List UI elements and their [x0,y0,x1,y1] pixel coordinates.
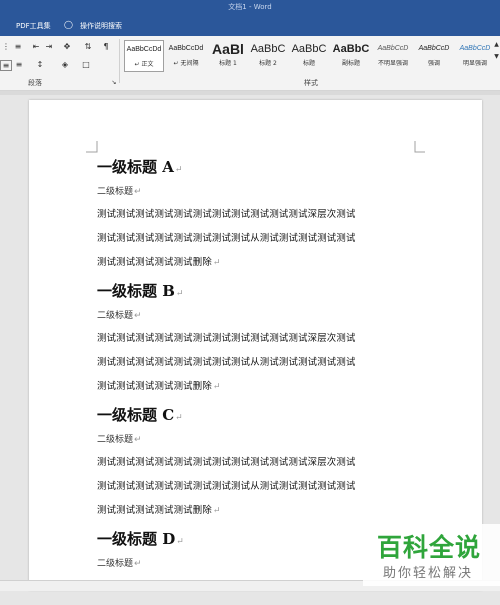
style-preview: AaBl [212,41,244,57]
bullets-icon[interactable]: ⋮ [0,42,12,52]
align-center-icon[interactable]: ≡ [13,60,25,70]
paragraph-group-label: 段落 [28,79,42,87]
style-title[interactable]: AaBbC 标题 [289,40,329,72]
style-preview: AaBbCcDd [126,46,162,53]
body-line[interactable]: 测试测试测试测试测试测试测试测试测试测试测试深层次测试 [97,457,427,469]
body-line-text: 测试测试测试测试测试删除 [97,381,212,392]
heading-2-text: 二级标题 [97,435,134,445]
heading-1-text: 一级标题 C [97,406,175,424]
body-line[interactable]: 测试测试测试测试测试测试测试测试测试测试测试深层次测试 [97,333,427,345]
heading-1[interactable]: 一级标题 B↵ [97,281,427,304]
watermark-sub-text: 助你轻松解决 [383,566,474,581]
style-name: 不明显强调 [377,60,408,67]
style-heading-2[interactable]: AaBbC 标题 2 [248,40,288,72]
styles-group-label: 样式 [304,79,318,87]
paragraph-mark: ↵ [134,187,142,197]
group-divider [119,39,120,83]
shading-icon[interactable]: ◈ [58,60,72,70]
paragraph-mark: ↵ [134,559,142,569]
body-line[interactable]: 测试测试测试测试测试删除↵ [97,257,427,269]
increase-indent-icon[interactable]: ⇥ [43,42,55,52]
style-preview: AaBbCcDd [168,45,204,52]
watermark-logo: 百科全说 助你轻松解决 [363,524,500,586]
style-name: 副标题 [341,60,360,67]
heading-2[interactable]: 二级标题↵ [97,434,427,446]
heading-2-text: 二级标题 [97,559,134,569]
style-name: 标题 [302,60,315,67]
style-no-spacing[interactable]: AaBbCcDd ↵ 无间隔 [166,40,206,72]
style-preview: AaBbCcD [377,45,409,52]
align-left-icon[interactable]: ≡ [0,60,12,71]
paragraph-mark: ↵ [212,506,221,516]
style-heading-1[interactable]: AaBl 标题 1 [208,40,248,72]
body-line-text: 测试测试测试测试测试删除 [97,505,212,516]
paragraph-mark: ↵ [134,435,142,445]
style-subtitle[interactable]: AaBbC 副标题 [331,40,371,72]
line-spacing-icon[interactable]: ↕ [34,60,46,70]
style-emphasis[interactable]: AaBbCcD 强调 [414,40,454,72]
style-name: ↵ 无间隔 [173,60,199,67]
lightbulb-icon: ◯ [64,20,73,29]
style-name: ↵ 正文 [134,61,154,68]
style-preview: AaBbCcD [418,45,450,52]
margin-corner-top-right [414,141,425,153]
heading-2-text: 二级标题 [97,187,134,197]
body-line-text: 测试测试测试测试测试删除 [97,257,212,268]
style-name: 标题 1 [219,60,237,67]
paragraph-mark: ↵ [212,258,221,268]
sort-icon[interactable]: ⇅ [82,42,94,52]
heading-2[interactable]: 二级标题↵ [97,186,427,198]
style-name: 标题 2 [259,60,277,67]
heading-1[interactable]: 一级标题 A↵ [97,157,427,180]
ribbon-tab-bar: PDF工具集 ◯ 操作说明搜索 [0,16,500,36]
paragraph-dialog-launcher-icon[interactable]: ↘ [110,79,118,87]
ribbon: ⋮ ≡ ⇤ ⇥ ✥ ⇅ ¶ ≡ ≡ ↕ ◈ □ 段落 ↘ AaBbCcDd ↵ … [0,36,500,91]
body-line[interactable]: 测试测试测试测试测试删除↵ [97,381,427,393]
style-preview: AaBbC [291,43,327,55]
paragraph-mark: ↵ [176,537,184,547]
margin-corner-top-left [86,141,98,153]
chinese-layout-icon[interactable]: ✥ [60,42,74,52]
styles-scroll-up-icon[interactable]: ▲ [493,40,500,50]
styles-scroll-down-icon[interactable]: ▼ [493,52,500,62]
style-normal[interactable]: AaBbCcDd ↵ 正文 [124,40,164,72]
style-preview: AaBbC [250,43,286,55]
borders-icon[interactable]: □ [80,60,92,70]
body-line[interactable]: 测试测试测试测试测试测试测试测试测试测试测试深层次测试 [97,209,427,221]
show-marks-icon[interactable]: ¶ [100,42,112,52]
tab-pdf-tools[interactable]: PDF工具集 [16,21,51,31]
decrease-indent-icon[interactable]: ⇤ [30,42,42,52]
watermark-main-text: 百科全说 [377,533,482,562]
title-bar: 文档1 - Word [0,0,500,16]
body-line[interactable]: 测试测试测试测试测试测试测试测试从测试测试测试测试测试 [97,481,427,493]
style-intense-emphasis[interactable]: AaBbCcD 明显强调 [455,40,495,72]
numbering-icon[interactable]: ≡ [12,42,24,52]
style-subtle-emphasis[interactable]: AaBbCcD 不明显强调 [373,40,413,72]
paragraph-mark: ↵ [134,311,142,321]
window-title: 文档1 - Word [228,3,272,11]
body-line[interactable]: 测试测试测试测试测试删除↵ [97,505,427,517]
heading-1-text: 一级标题 A [97,158,174,176]
heading-1[interactable]: 一级标题 C↵ [97,405,427,428]
heading-1-text: 一级标题 D [97,530,176,548]
paragraph-mark: ↵ [174,165,183,175]
heading-2[interactable]: 二级标题↵ [97,310,427,322]
body-line[interactable]: 测试测试测试测试测试测试测试测试从测试测试测试测试测试 [97,357,427,369]
paragraph-mark: ↵ [175,413,183,423]
ruler-area [0,91,500,95]
tell-me-search[interactable]: 操作说明搜索 [80,21,122,31]
document-page[interactable]: 一级标题 A↵ 二级标题↵ 测试测试测试测试测试测试测试测试测试测试测试深层次测… [29,100,482,593]
style-preview: AaBbC [332,43,370,55]
heading-2-text: 二级标题 [97,311,134,321]
heading-1-text: 一级标题 B [97,282,175,300]
paragraph-mark: ↵ [175,289,184,299]
style-name: 强调 [427,60,440,67]
style-name: 明显强调 [462,60,487,67]
paragraph-mark: ↵ [212,382,221,392]
style-preview: AaBbCcD [459,45,491,52]
body-line[interactable]: 测试测试测试测试测试测试测试测试从测试测试测试测试测试 [97,233,427,245]
